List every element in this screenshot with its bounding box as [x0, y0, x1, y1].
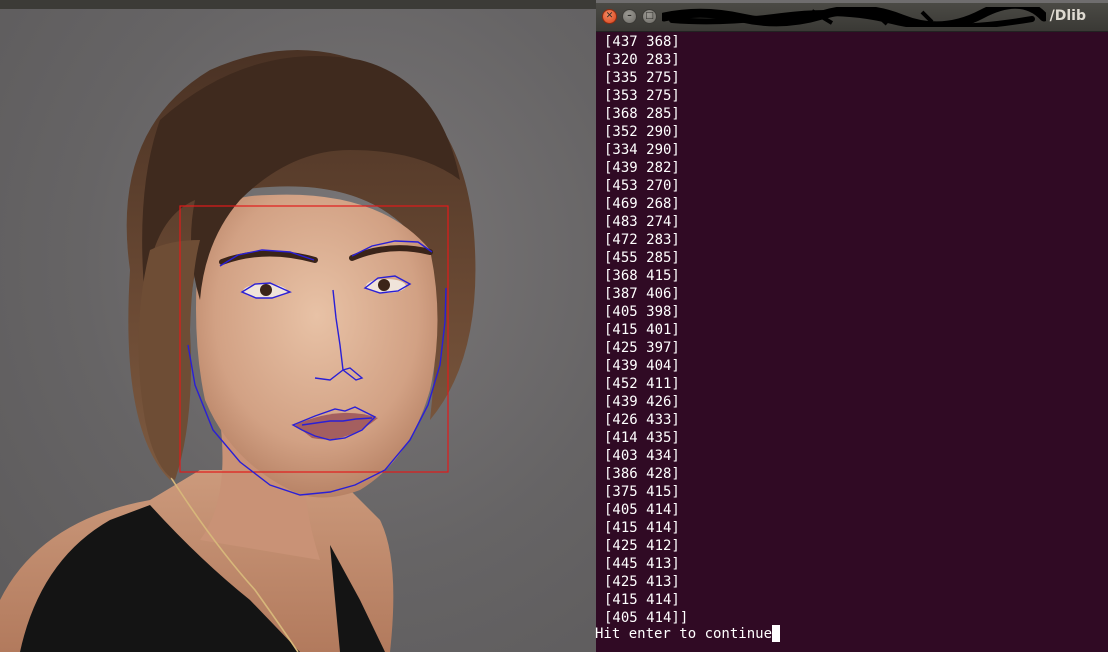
- terminal-line: [445 413]: [604, 556, 680, 572]
- terminal-line: [405 398]: [604, 304, 680, 320]
- terminal-window[interactable]: ✕ – □ /Dlib [437 368] [320 283] [335 275][…: [595, 3, 1108, 652]
- terminal-line: [352 290]: [604, 124, 680, 140]
- face-photo: [0, 0, 596, 652]
- terminal-line: [415 414]: [604, 520, 680, 536]
- terminal-line: [387 406]: [604, 286, 680, 302]
- maximize-icon: □: [645, 11, 654, 21]
- face-photo-canvas: [0, 50, 476, 652]
- prompt-text: Hit enter to continue: [595, 626, 773, 642]
- terminal-line: [405 414]: [604, 502, 680, 518]
- terminal-line: [483 274]: [604, 214, 680, 230]
- terminal-line: [426 433]: [604, 412, 680, 428]
- terminal-line: [334 290]: [604, 142, 680, 158]
- left-iris: [260, 284, 272, 296]
- minimize-button[interactable]: –: [622, 9, 637, 24]
- minimize-icon: –: [627, 11, 632, 21]
- terminal-line: [439 282]: [604, 160, 680, 176]
- terminal-line: [375 415]: [604, 484, 680, 500]
- terminal-line: [452 411]: [604, 376, 680, 392]
- terminal-line: [439 426]: [604, 394, 680, 410]
- text-cursor: [772, 625, 781, 642]
- terminal-line: [320 283]: [604, 52, 680, 68]
- terminal-line: [455 285]: [604, 250, 680, 266]
- terminal-line: [335 275]: [604, 70, 680, 86]
- close-button[interactable]: ✕: [602, 9, 617, 24]
- maximize-button[interactable]: □: [642, 9, 657, 24]
- title-redaction-scribble: [662, 7, 1046, 27]
- terminal-line: [368 415]: [604, 268, 680, 284]
- window-title: /Dlib: [1049, 8, 1086, 24]
- terminal-line: [453 270]: [604, 178, 680, 194]
- terminal-line: [469 268]: [604, 196, 680, 212]
- terminal-line: [386 428]: [604, 466, 680, 482]
- close-icon: ✕: [605, 11, 614, 21]
- right-iris: [378, 279, 390, 291]
- terminal-line: [437 368]: [604, 34, 680, 50]
- terminal-titlebar[interactable]: ✕ – □ /Dlib: [596, 3, 1108, 32]
- terminal-output[interactable]: [437 368] [320 283] [335 275] [353 275] [368…: [604, 33, 688, 627]
- terminal-line: [403 434]: [604, 448, 680, 464]
- terminal-line: [415 414]: [604, 592, 680, 608]
- terminal-prompt-line[interactable]: Hit enter to continue: [595, 625, 781, 643]
- terminal-line: [414 435]: [604, 430, 680, 446]
- terminal-line: [415 401]: [604, 322, 680, 338]
- terminal-line: [425 397]: [604, 340, 680, 356]
- terminal-line: [439 404]: [604, 358, 680, 374]
- terminal-line: [353 275]: [604, 88, 680, 104]
- terminal-line: [472 283]: [604, 232, 680, 248]
- terminal-line: [368 285]: [604, 106, 680, 122]
- terminal-line: [425 413]: [604, 574, 680, 590]
- terminal-line: [425 412]: [604, 538, 680, 554]
